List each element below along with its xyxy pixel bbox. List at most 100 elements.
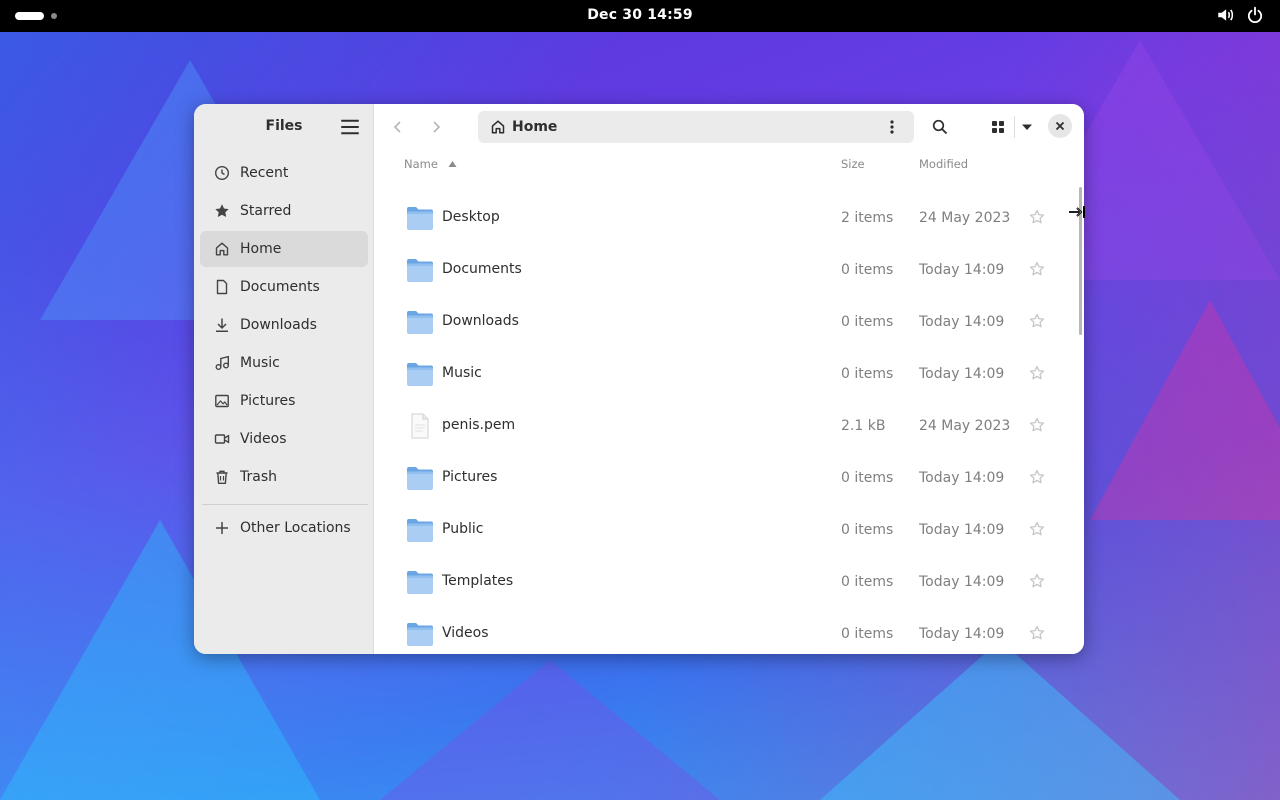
file-name: Templates (442, 573, 514, 589)
sidebar-item-label: Recent (240, 165, 289, 181)
file-size: 2.1 kB (841, 418, 886, 434)
grid-icon (992, 121, 1004, 133)
search-button[interactable] (926, 112, 954, 142)
star-button[interactable] (1029, 573, 1045, 589)
sidebar-item-trash[interactable]: Trash (200, 459, 368, 495)
sidebar-item-documents[interactable]: Documents (200, 269, 368, 305)
file-name: Pictures (442, 469, 498, 485)
star-button[interactable] (1029, 365, 1045, 381)
file-name: Music (442, 365, 482, 381)
file-size: 0 items (841, 314, 894, 330)
file-size: 2 items (841, 210, 894, 226)
sidebar: Files Recent Starred Home Documents Down… (194, 104, 374, 654)
grid-view-button[interactable] (984, 112, 1012, 142)
sidebar-item-music[interactable]: Music (200, 345, 368, 381)
file-modified: Today 14:09 (919, 522, 1005, 538)
wallpaper-shape (380, 660, 720, 800)
more-options-icon[interactable] (884, 119, 900, 135)
sidebar-item-videos[interactable]: Videos (200, 421, 368, 457)
file-modified: 24 May 2023 (919, 210, 1011, 226)
star-button[interactable] (1029, 313, 1045, 329)
file-modified: Today 14:09 (919, 626, 1005, 642)
sidebar-item-starred[interactable]: Starred (200, 193, 368, 229)
power-icon (1247, 6, 1263, 23)
file-name: penis.pem (442, 417, 516, 433)
file-row[interactable]: penis.pem 2.1 kB 24 May 2023 (374, 400, 1074, 452)
star-icon (215, 204, 229, 217)
sidebar-item-other-locations[interactable]: Other Locations (200, 510, 368, 546)
main-menu-icon[interactable] (340, 118, 360, 136)
plus-icon (216, 522, 228, 534)
file-row[interactable]: Templates 0 items Today 14:09 (374, 556, 1074, 608)
sidebar-item-label: Videos (240, 431, 287, 447)
file-modified: Today 14:09 (919, 314, 1005, 330)
file-row[interactable]: Public 0 items Today 14:09 (374, 504, 1074, 556)
file-row[interactable]: Music 0 items Today 14:09 (374, 348, 1074, 400)
file-size: 0 items (841, 470, 894, 486)
column-label: Name (404, 157, 438, 171)
close-icon (1055, 121, 1065, 131)
folder-icon (406, 257, 434, 283)
column-header-modified[interactable]: Modified (919, 157, 968, 171)
file-modified: Today 14:09 (919, 262, 1005, 278)
file-icon (406, 413, 434, 439)
resize-cursor-icon (1069, 206, 1085, 218)
star-button[interactable] (1029, 469, 1045, 485)
home-icon (491, 120, 505, 134)
sidebar-item-recent[interactable]: Recent (200, 155, 368, 191)
star-button[interactable] (1029, 417, 1045, 433)
forward-button[interactable] (424, 112, 448, 142)
sidebar-item-label: Other Locations (240, 520, 351, 536)
folder-icon (406, 309, 434, 335)
folder-icon (406, 361, 434, 387)
sidebar-item-downloads[interactable]: Downloads (200, 307, 368, 343)
folder-icon (406, 205, 434, 231)
chevron-right-icon (433, 121, 441, 133)
document-icon (216, 279, 228, 295)
sort-ascending-icon (448, 161, 457, 167)
file-name: Downloads (442, 313, 519, 329)
file-row[interactable]: Desktop 2 items 24 May 2023 (374, 192, 1074, 244)
system-tray[interactable] (1216, 6, 1264, 24)
close-button[interactable] (1048, 114, 1072, 138)
file-name: Documents (442, 261, 522, 277)
folder-icon (406, 621, 434, 647)
sidebar-item-label: Pictures (240, 393, 296, 409)
file-size: 0 items (841, 574, 894, 590)
sidebar-item-label: Downloads (240, 317, 317, 333)
file-name: Public (442, 521, 484, 537)
sidebar-item-label: Home (240, 241, 282, 257)
sidebar-item-pictures[interactable]: Pictures (200, 383, 368, 419)
folder-icon (406, 517, 434, 543)
music-icon (215, 355, 229, 370)
home-icon (215, 242, 229, 256)
file-row[interactable]: Pictures 0 items Today 14:09 (374, 452, 1074, 504)
column-header-size[interactable]: Size (841, 157, 865, 171)
sidebar-item-label: Trash (240, 469, 277, 485)
file-modified: Today 14:09 (919, 366, 1005, 382)
file-row[interactable]: Documents 0 items Today 14:09 (374, 244, 1074, 296)
sidebar-divider (202, 504, 368, 505)
file-name: Videos (442, 625, 489, 641)
files-window: Files Recent Starred Home Documents Down… (194, 104, 1084, 654)
trash-icon (216, 470, 228, 484)
star-button[interactable] (1029, 261, 1045, 277)
star-button[interactable] (1029, 625, 1045, 641)
clock[interactable]: Dec 30 14:59 (0, 7, 1280, 23)
back-button[interactable] (386, 112, 410, 142)
sidebar-item-home[interactable]: Home (200, 231, 368, 267)
sidebar-item-label: Documents (240, 279, 320, 295)
file-row[interactable]: Downloads 0 items Today 14:09 (374, 296, 1074, 348)
file-modified: Today 14:09 (919, 574, 1005, 590)
file-row[interactable]: Videos 0 items Today 14:09 (374, 608, 1074, 654)
current-location: Home (512, 119, 558, 135)
view-options-button[interactable] (1014, 116, 1038, 138)
location-bar[interactable]: Home (478, 111, 914, 143)
picture-icon (215, 394, 229, 408)
file-size: 0 items (841, 262, 894, 278)
star-button[interactable] (1029, 209, 1045, 225)
star-button[interactable] (1029, 521, 1045, 537)
wallpaper-shape (820, 640, 1180, 800)
column-header-name[interactable]: Name (404, 157, 458, 171)
main-pane: Home Name Size Modified Desktop 2 items 24… (374, 104, 1084, 654)
